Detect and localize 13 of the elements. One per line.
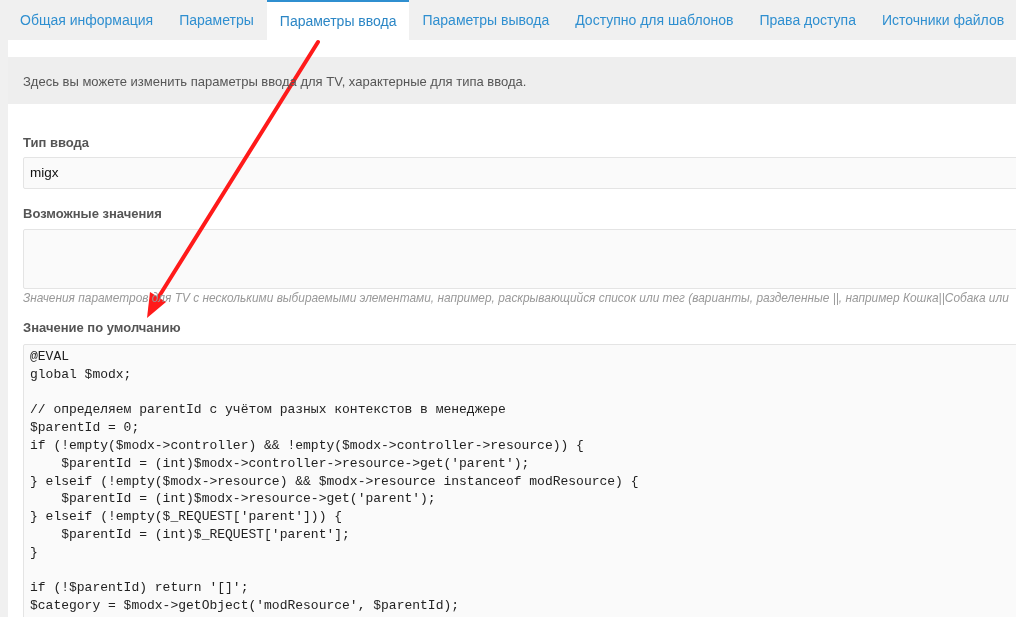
- field-label: Тип ввода: [23, 135, 89, 150]
- textarea-field[interactable]: [23, 229, 1016, 289]
- tab[interactable]: Права доступа: [746, 0, 869, 40]
- field-label: Значение по умолчанию: [23, 320, 181, 335]
- input-field[interactable]: migx: [23, 157, 1016, 189]
- tab[interactable]: Параметры: [166, 0, 267, 40]
- tab[interactable]: Источники файлов: [868, 0, 1016, 40]
- code-field[interactable]: @EVAL global $modx; // определяем parentId с учётом разных контекстов в менеджере $parentId = 0; if (!empty($modx->controller) && !empty($modx->controller->resource)) { $parentId = (int)$modx->controller->resource->get('parent'); } elseif (!empty($modx->resource) && $modx->resource instanceof modResource) { $parentId = (int)$modx->resource->get('parent'); } elseif (!empty($_REQUEST['parent'])) { $parentId = (int)$_REQUEST['parent']; } if (!$parentId) return '[]'; $category = $modx->getObject('modResource', $parentId);: [23, 344, 1016, 617]
- field-label: Возможные значения: [23, 206, 162, 221]
- tab[interactable]: Параметры вывода: [409, 0, 563, 40]
- tab[interactable]: Общая информация: [7, 0, 167, 40]
- tab[interactable]: Параметры ввода: [266, 0, 410, 40]
- tab[interactable]: Доступно для шаблонов: [562, 0, 747, 40]
